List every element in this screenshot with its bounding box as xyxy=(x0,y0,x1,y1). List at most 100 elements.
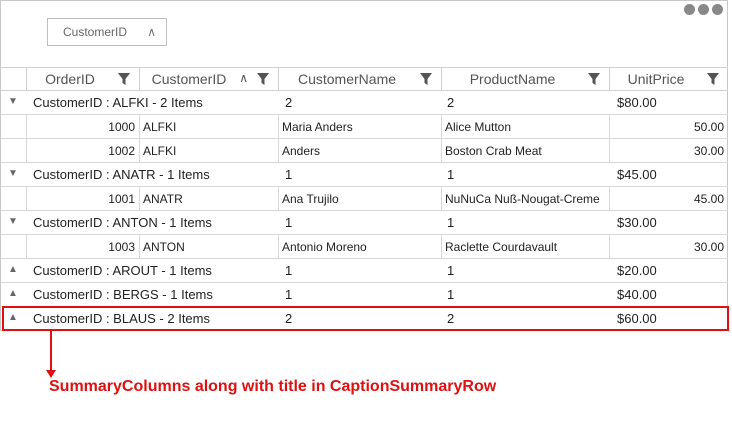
cell-text: 1000 xyxy=(108,120,135,134)
header-label: CustomerName xyxy=(297,71,397,87)
caption-summary-value: 1 xyxy=(285,263,293,278)
cell-text: Boston Crab Meat xyxy=(445,144,542,158)
more-options-icon[interactable] xyxy=(684,4,723,15)
expand-group-icon[interactable]: ▲ xyxy=(8,264,18,275)
cell-customerid[interactable]: ANTON xyxy=(139,235,278,258)
cell-orderid[interactable]: 1000 xyxy=(26,115,139,138)
record-row[interactable]: 1003 ANTON Antonio Moreno Raclette Courdava… xyxy=(1,235,728,259)
cell-text: 1002 xyxy=(108,144,135,158)
cell-text: Maria Anders xyxy=(282,120,353,134)
cell-text: NuNuCa Nuß-Nougat-Creme xyxy=(445,192,600,206)
highlight-box xyxy=(2,306,729,331)
cell-customerid[interactable]: ANATR xyxy=(139,187,278,210)
sort-ascending-icon: ∧ xyxy=(239,71,248,85)
cell-text: 1003 xyxy=(108,240,135,254)
header-productname[interactable]: ProductName xyxy=(441,68,609,90)
cell-text: Ana Trujilo xyxy=(282,192,339,206)
record-row[interactable]: 1001 ANATR Ana Trujilo NuNuCa Nuß-Nougat-Cr… xyxy=(1,187,728,211)
collapse-group-icon[interactable]: ▼ xyxy=(8,96,18,107)
expand-group-icon[interactable]: ▲ xyxy=(8,288,18,299)
header-unitprice[interactable]: UnitPrice xyxy=(609,68,728,90)
collapse-group-icon[interactable]: ▼ xyxy=(8,216,18,227)
caption-summary-value: 2 xyxy=(447,95,455,110)
record-row[interactable]: 1000 ALFKI Maria Anders Alice Mutton 50.00 xyxy=(1,115,728,139)
cell-unitprice[interactable]: 30.00 xyxy=(609,235,728,258)
cell-unitprice[interactable]: 30.00 xyxy=(609,139,728,162)
cell-text: 50.00 xyxy=(693,120,724,134)
annotation-text: SummaryColumns along with title in Capti… xyxy=(49,378,497,395)
caption-summary-value: $30.00 xyxy=(617,215,657,230)
cell-text: ANATR xyxy=(143,192,183,206)
caption-summary-row[interactable]: ▲ CustomerID : AROUT - 1 Items 1 1 $20.00 xyxy=(1,259,728,283)
header-label: ProductName xyxy=(469,71,556,87)
header-customerid[interactable]: CustomerID ∧ xyxy=(139,68,278,90)
cell-text: Raclette Courdavault xyxy=(445,240,558,254)
caption-summary-row[interactable]: ▼ CustomerID : ALFKI - 2 Items 2 2 $80.00 xyxy=(1,91,728,115)
cell-orderid[interactable]: 1002 xyxy=(26,139,139,162)
caption-title: CustomerID : ANATR - 1 Items xyxy=(33,167,210,182)
cell-text: ALFKI xyxy=(143,120,177,134)
cell-unitprice[interactable]: 45.00 xyxy=(609,187,728,210)
caption-summary-value: $45.00 xyxy=(617,167,657,182)
caption-summary-value: 1 xyxy=(285,287,293,302)
cell-productname[interactable]: Raclette Courdavault xyxy=(441,235,609,258)
collapse-group-icon[interactable]: ▼ xyxy=(8,168,18,179)
group-chip-label: CustomerID xyxy=(63,25,128,39)
group-drop-area-chip[interactable]: CustomerID ∧ xyxy=(47,18,167,46)
caption-summary-row[interactable]: ▼ CustomerID : ANATR - 1 Items 1 1 $45.00 xyxy=(1,163,728,187)
caption-title: CustomerID : BERGS - 1 Items xyxy=(33,287,213,302)
annotation-arrow-line xyxy=(50,331,52,373)
cell-orderid[interactable]: 1003 xyxy=(26,235,139,258)
cell-customerid[interactable]: ALFKI xyxy=(139,115,278,138)
cell-text: 1001 xyxy=(108,192,135,206)
caption-summary-value: 1 xyxy=(447,215,455,230)
cell-productname[interactable]: Boston Crab Meat xyxy=(441,139,609,162)
filter-icon[interactable] xyxy=(419,72,433,86)
sort-ascending-icon: ∧ xyxy=(147,25,156,39)
cell-unitprice[interactable]: 50.00 xyxy=(609,115,728,138)
cell-text: Anders xyxy=(282,144,321,158)
header-customername[interactable]: CustomerName xyxy=(278,68,441,90)
filter-icon[interactable] xyxy=(117,72,131,86)
header-label: UnitPrice xyxy=(627,71,685,87)
cell-text: 30.00 xyxy=(693,240,724,254)
cell-productname[interactable]: Alice Mutton xyxy=(441,115,609,138)
caption-summary-value: 1 xyxy=(447,263,455,278)
filter-icon[interactable] xyxy=(587,72,601,86)
cell-text: Antonio Moreno xyxy=(282,240,367,254)
cell-orderid[interactable]: 1001 xyxy=(26,187,139,210)
cell-customername[interactable]: Ana Trujilo xyxy=(278,187,441,210)
header-orderid[interactable]: OrderID xyxy=(26,68,139,90)
cell-text: ALFKI xyxy=(143,144,177,158)
cell-customername[interactable]: Antonio Moreno xyxy=(278,235,441,258)
cell-text: ANTON xyxy=(143,240,185,254)
caption-title: CustomerID : ANTON - 1 Items xyxy=(33,215,212,230)
cell-customername[interactable]: Maria Anders xyxy=(278,115,441,138)
caption-summary-value: 1 xyxy=(285,167,293,182)
caption-summary-value: 1 xyxy=(285,215,293,230)
caption-summary-row[interactable]: ▲ CustomerID : BERGS - 1 Items 1 1 $40.00 xyxy=(1,283,728,307)
indent-header-cell xyxy=(1,68,26,90)
cell-text: Alice Mutton xyxy=(445,120,512,134)
caption-summary-value: 1 xyxy=(447,287,455,302)
data-grid: CustomerID ∧ OrderID CustomerID ∧ Custom… xyxy=(0,0,728,331)
filter-icon[interactable] xyxy=(256,72,270,86)
caption-summary-value: $80.00 xyxy=(617,95,657,110)
caption-summary-row[interactable]: ▼ CustomerID : ANTON - 1 Items 1 1 $30.00 xyxy=(1,211,728,235)
caption-summary-value: $20.00 xyxy=(617,263,657,278)
caption-title: CustomerID : AROUT - 1 Items xyxy=(33,263,212,278)
header-label: CustomerID xyxy=(151,71,227,87)
caption-title: CustomerID : ALFKI - 2 Items xyxy=(33,95,203,110)
cell-text: 30.00 xyxy=(693,144,724,158)
cell-customerid[interactable]: ALFKI xyxy=(139,139,278,162)
cell-productname[interactable]: NuNuCa Nuß-Nougat-Creme xyxy=(441,187,609,210)
caption-summary-value: 2 xyxy=(285,95,293,110)
record-row[interactable]: 1002 ALFKI Anders Boston Crab Meat 30.00 xyxy=(1,139,728,163)
cell-text: 45.00 xyxy=(693,192,724,206)
filter-icon[interactable] xyxy=(706,72,720,86)
annotation-arrow-head xyxy=(46,370,56,378)
caption-summary-value: 1 xyxy=(447,167,455,182)
column-header-row: OrderID CustomerID ∧ CustomerName Produc… xyxy=(1,67,728,91)
header-label: OrderID xyxy=(45,71,95,87)
cell-customername[interactable]: Anders xyxy=(278,139,441,162)
